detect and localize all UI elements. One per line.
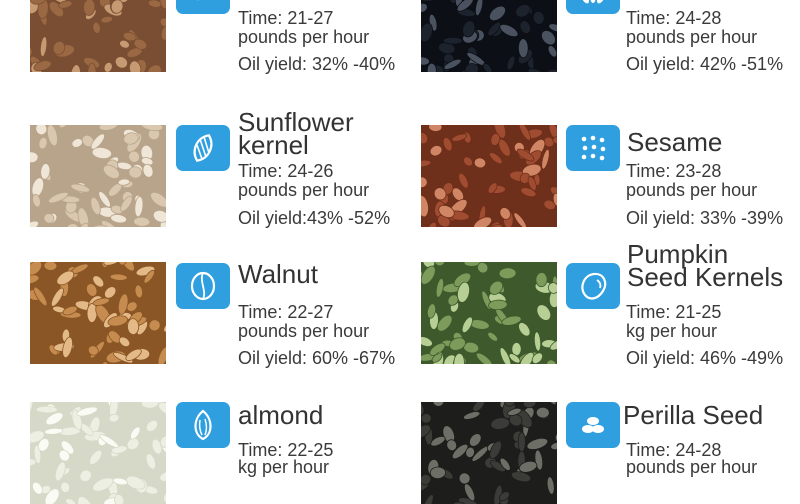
time-label: Time: 21-27 [238,9,333,28]
photo-texture [421,262,557,364]
seed-name-line-2: Seed Kernels [627,266,783,289]
walnut-icon [176,263,230,309]
rate-label: kg per hour [626,322,717,341]
oil-yield-label: Oil yield: 32% -40% [238,54,395,74]
seed-name: Sesame [627,131,722,154]
photo-texture [421,402,557,504]
seed-name: Walnut [238,263,318,286]
rate-label: pounds per hour [238,322,369,341]
oil-yield-label: Oil yield: 60% -67% [238,348,395,368]
oil-yield-label: Oil yield:43% -52% [238,208,390,228]
rate-label: pounds per hour [626,458,757,477]
time-label: Time: 24-28 [626,9,721,28]
photo-texture [30,0,166,72]
photo-texture [30,402,166,504]
seed-name-line-2: kernel [238,134,309,157]
oil-yield-label: Oil yield: 42% -51% [626,54,783,74]
photo-texture [421,0,557,72]
time-label: Time: 21-25 [626,303,721,322]
photo-texture [30,262,166,364]
peanut-kernels-photo [30,0,166,72]
oil-yield-label: Oil yield: 33% -39% [626,208,783,228]
walnut-kernels-photo [30,262,166,364]
time-label: Time: 23-28 [626,162,721,181]
time-label: Time: 24-26 [238,162,333,181]
flax-seeds-photo [421,125,557,227]
rate-label: kg per hour [238,458,329,477]
sunflower-kernels-photo [30,125,166,227]
kernel-pile-icon [176,0,230,14]
seed-name: almond [238,404,323,427]
rate-label: pounds per hour [626,181,757,200]
pumpkin-seeds-photo [421,262,557,364]
leaf-seeds-icon [566,402,620,448]
rate-label: pounds per hour [626,28,757,47]
perilla-seeds-photo [421,402,557,504]
sunflower-seed-icon [176,125,230,171]
photo-texture [30,125,166,227]
almond-icon [176,402,230,448]
time-label: Time: 22-27 [238,303,333,322]
rate-label: pounds per hour [238,181,369,200]
seed-name: Perilla Seed [623,404,763,427]
blanched-almonds-photo [30,402,166,504]
black-sesame-photo [421,0,557,72]
rate-label: pounds per hour [238,28,369,47]
oil-yield-label: Oil yield: 46% -49% [626,348,783,368]
photo-texture [421,125,557,227]
seed-cluster-icon [566,0,620,14]
pumpkin-seed-icon [566,263,620,309]
sesame-dots-icon [566,125,620,171]
